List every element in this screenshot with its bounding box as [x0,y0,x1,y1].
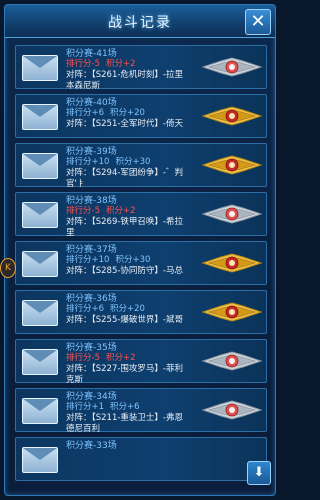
opponent: 对阵：【S255-爆破世界】-斌哥 [66,315,184,325]
opponent: 对阵：【S269-铁甲召唤】-希拉 [66,217,184,227]
record-row[interactable]: 积分赛-39场 排行分+10 积分+30 对阵：【S294-军团纷争】-゛判 官'… [15,143,267,189]
mail-icon [22,251,58,277]
opponent: 对阵：【S251-全军时代】-倚天 [66,119,184,129]
record-row[interactable]: 积分赛-34场 排行分+1 积分+6 对阵：【S211-重装卫士】-弗恩 德尼百利 [15,388,267,434]
record-list[interactable]: 积分赛-41场 排行分-5 积分+2 对阵：【S261-危机时刻】-拉里 本森尼斯… [15,45,267,486]
gold-medal-icon [201,253,263,273]
opponent-cont: 克斯 [66,375,84,385]
opponent-cont: 德尼百利 [66,424,101,434]
mail-icon [22,349,58,375]
record-row[interactable]: 积分赛-37场 排行分+10 积分+30 对阵：【S285-协同防守】-马总 [15,241,267,285]
close-button[interactable]: ✕ [245,9,271,35]
silver-medal-icon [201,204,263,224]
opponent-cont: 本森尼斯 [66,81,101,91]
side-tab[interactable]: K [0,258,16,278]
scroll-down-button[interactable] [247,461,271,485]
record-row[interactable]: 积分赛-36场 排行分+6 积分+20 对阵：【S255-爆破世界】-斌哥 [15,290,267,334]
mail-icon [22,447,58,473]
opponent-cont: 里 [66,228,75,238]
record-row[interactable]: 积分赛-38场 排行分-5 积分+2 对阵：【S269-铁甲召唤】-希拉 里 [15,192,267,238]
mail-icon [22,202,58,228]
mail-icon [22,104,58,130]
opponent-cont: 官'ￄ [66,179,85,189]
silver-medal-icon [201,351,263,371]
title-bar: 战斗记录 ✕ [5,5,275,38]
battle-record-panel: 战斗记录 ✕ 积分赛-41场 排行分-5 积分+2 对阵：【S261-危机时刻】-… [4,4,276,496]
record-row[interactable]: 积分赛-40场 排行分+6 积分+20 对阵：【S251-全军时代】-倚天 [15,94,267,138]
silver-medal-icon [201,400,263,420]
record-row[interactable]: 积分赛-41场 排行分-5 积分+2 对阵：【S261-危机时刻】-拉里 本森尼斯 [15,45,267,91]
mail-icon [22,398,58,424]
gold-medal-icon [201,155,263,175]
silver-medal-icon [201,57,263,77]
opponent: 对阵：【S285-协同防守】-马总 [66,266,184,276]
gold-medal-icon [201,106,263,126]
record-row[interactable]: 积分赛-33场 [15,437,267,481]
gold-medal-icon [201,302,263,322]
mail-icon [22,55,58,81]
page-title: 战斗记录 [108,15,172,31]
mail-icon [22,300,58,326]
mail-icon [22,153,58,179]
opponent: 对阵：【S227-围攻罗马】-菲利 [66,364,184,374]
record-name: 积分赛-33场 [66,441,117,451]
record-row[interactable]: 积分赛-35场 排行分-5 积分+2 对阵：【S227-围攻罗马】-菲利 克斯 [15,339,267,385]
